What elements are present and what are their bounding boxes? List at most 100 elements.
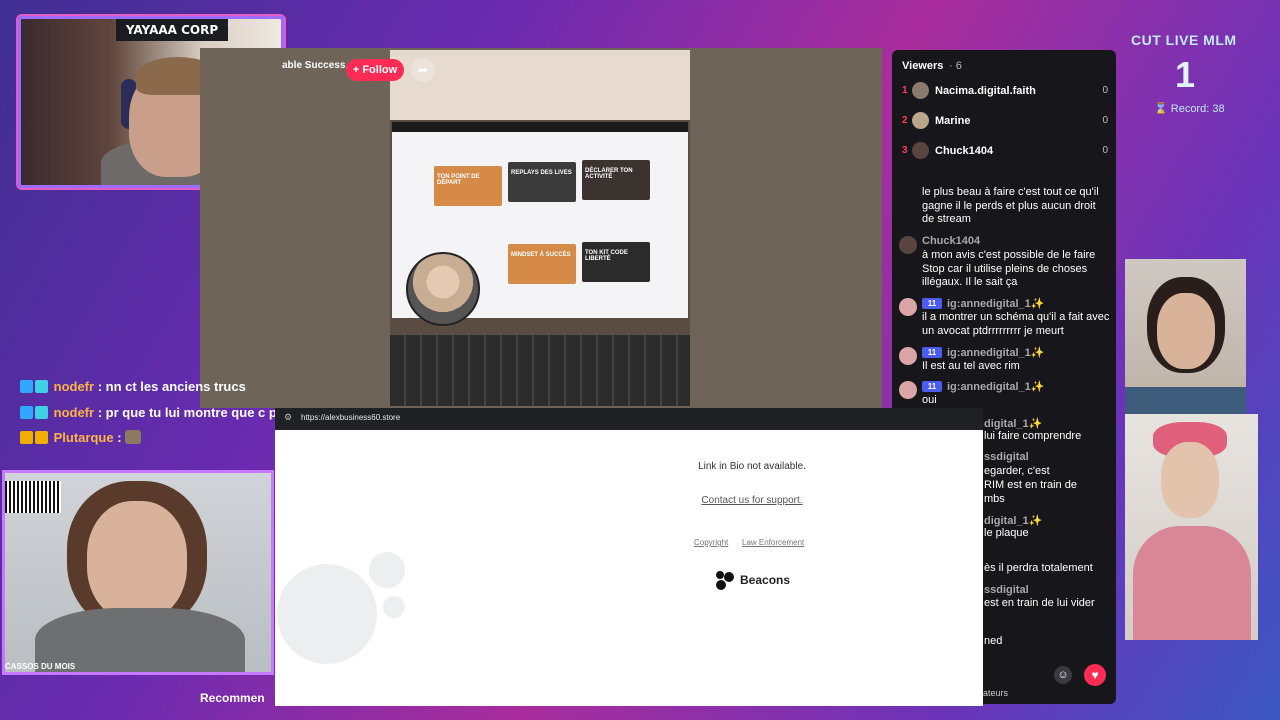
twitch-username: Plutarque <box>53 430 114 445</box>
chat-message-text: le plus beau à faire c'est tout ce qu'il… <box>922 186 1099 225</box>
twitch-chat-line: Plutarque : <box>20 430 142 445</box>
chat-message: 11 ig:annedigital_1✨ Il est au tel avec … <box>898 347 1112 375</box>
viewer-score: 0 <box>1102 85 1108 96</box>
chat-message-text: à mon avis c'est possible de le faire St… <box>922 249 1096 288</box>
avatar <box>912 82 929 99</box>
share-icon[interactable]: ➦ <box>411 58 435 82</box>
viewer-rank: 2 <box>902 115 908 126</box>
badge-icon <box>35 406 48 419</box>
chat-message: 11 ig:annedigital_1✨ oui <box>898 381 1112 407</box>
chat-username[interactable]: ig:annedigital_1✨ <box>947 297 1044 310</box>
badge-icon <box>35 431 48 444</box>
chat-fragment: egarder, c'est <box>984 465 1050 477</box>
chat-fragment: digital_1✨ <box>984 515 1043 527</box>
beacons-page <box>275 430 983 706</box>
badge-icon <box>20 406 33 419</box>
chat-fragment: ssdigital <box>984 451 1029 463</box>
guest-shirt <box>1125 387 1246 414</box>
course-tile: DÉCLARER TON ACTIVITÉ <box>582 160 650 200</box>
copyright-link[interactable]: Copyright <box>694 538 728 547</box>
chat-fragment: RIM est en train de <box>984 479 1077 491</box>
chat-username[interactable]: ig:annedigital_1✨ <box>947 380 1044 393</box>
recommend-label: Recommen <box>200 691 265 705</box>
laptop-keyboard <box>390 335 690 406</box>
chat-fragment: mbs <box>984 493 1005 505</box>
beacons-brand[interactable]: Beacons <box>740 573 790 587</box>
chat-fragment: digital_1✨ <box>984 418 1043 430</box>
guest-webcam <box>1125 259 1246 414</box>
decor-stars: × × × × <box>227 19 270 29</box>
course-tile: REPLAYS DES LIVES <box>508 162 576 202</box>
viewer-row[interactable]: 2 Marine 0 <box>900 112 1110 134</box>
avatar <box>899 347 917 365</box>
decor-blob <box>369 552 405 588</box>
counter-number: 1 <box>1175 54 1196 95</box>
live-title: able Success... <box>282 60 354 71</box>
twitch-message: : nn ct les anciens trucs <box>97 379 246 394</box>
decor-blob <box>277 564 377 664</box>
twitch-message: : pr que tu lui montre que c pos <box>97 405 292 420</box>
badge-icon <box>35 380 48 393</box>
fan-level-badge: 11 <box>922 298 942 309</box>
chat-input-area[interactable]: ☺ ♥ <box>984 660 1114 690</box>
chat-fragment: ssdigital <box>984 584 1029 596</box>
viewer-score: 0 <box>1102 145 1108 156</box>
guest-face <box>1161 442 1219 518</box>
avatar <box>899 381 917 399</box>
chat-fragment: ned <box>984 635 1003 647</box>
twitch-username: nodefr <box>53 405 95 420</box>
beacons-logo-icon[interactable] <box>714 569 736 591</box>
course-tile: MINDSET À SUCCÈS <box>508 244 576 284</box>
chat-message-text: oui <box>922 394 937 406</box>
counter-title: CUT LIVE MLM <box>1131 32 1237 48</box>
guest-face <box>87 501 187 621</box>
viewers-heading: Viewers <box>902 60 944 72</box>
avatar <box>899 236 917 254</box>
barcode-decor <box>5 481 61 513</box>
wall <box>390 50 690 120</box>
emoji-icon[interactable]: ☺ <box>1054 666 1072 684</box>
counter-record: ⌛ Record: 38 <box>1154 103 1225 115</box>
viewer-name: Chuck1404 <box>935 145 994 157</box>
follow-button[interactable]: + Follow <box>346 59 404 81</box>
chat-message-text: il a montrer un schéma qu'il a fait avec… <box>922 311 1110 337</box>
avatar <box>899 298 917 316</box>
viewer-row[interactable]: 3 Chuck1404 0 <box>900 142 1110 164</box>
chat-username[interactable]: Chuck1404 <box>922 235 980 247</box>
site-settings-icon[interactable]: ⚙ <box>284 412 292 423</box>
chat-fragment: est en train de lui vider <box>984 597 1095 609</box>
contact-support-link[interactable]: Contact us for support. <box>652 495 852 506</box>
course-tile: TON POINT DE DÉPART <box>434 166 502 206</box>
streamer-label: YAYAAA CORP <box>116 19 228 41</box>
viewer-score: 0 <box>1102 115 1108 126</box>
law-enforcement-link[interactable]: Law Enforcement <box>742 538 804 547</box>
bio-unavailable-message: Link in Bio not available. <box>698 461 806 472</box>
heart-icon[interactable]: ♥ <box>1084 664 1106 686</box>
twitch-chat-line: nodefr : pr que tu lui montre que c pos <box>20 405 292 420</box>
fan-level-badge: 11 <box>922 347 942 358</box>
chat-message: le plus beau à faire c'est tout ce qu'il… <box>898 186 1112 226</box>
chat-message: 11 ig:annedigital_1✨ il a montrer un sch… <box>898 298 1112 338</box>
laptop-video-frame: TON POINT DE DÉPART REPLAYS DES LIVES DÉ… <box>390 50 690 406</box>
chat-fragment: lui faire comprendre <box>984 430 1082 442</box>
viewers-count: · 6 <box>949 60 962 72</box>
browser-url[interactable]: https://alexbusiness60.store <box>301 413 400 422</box>
chat-username[interactable]: ig:annedigital_1✨ <box>947 346 1044 359</box>
viewer-row[interactable]: 1 Nacima.digital.faith 0 <box>900 82 1110 104</box>
badge-icon <box>20 431 33 444</box>
avatar <box>912 112 929 129</box>
viewer-name: Marine <box>935 115 971 127</box>
avatar <box>912 142 929 159</box>
guest-webcam <box>2 470 274 675</box>
chat-message-text: Il est au tel avec rim <box>922 360 1020 372</box>
guest-sweater <box>1133 526 1251 640</box>
twitch-chat-line: nodefr : nn ct les anciens trucs <box>20 379 246 394</box>
chat-message: Chuck1404 à mon avis c'est possible de l… <box>898 235 1112 290</box>
guest-face <box>1157 293 1215 369</box>
viewer-rank: 3 <box>902 145 908 156</box>
chat-fragment: ès il perdra totalement <box>984 562 1093 574</box>
emote-icon <box>125 430 142 444</box>
decor-blob <box>383 596 405 618</box>
viewer-rank: 1 <box>902 85 908 96</box>
cam-label: CASSOS DU MOIS <box>5 662 76 671</box>
